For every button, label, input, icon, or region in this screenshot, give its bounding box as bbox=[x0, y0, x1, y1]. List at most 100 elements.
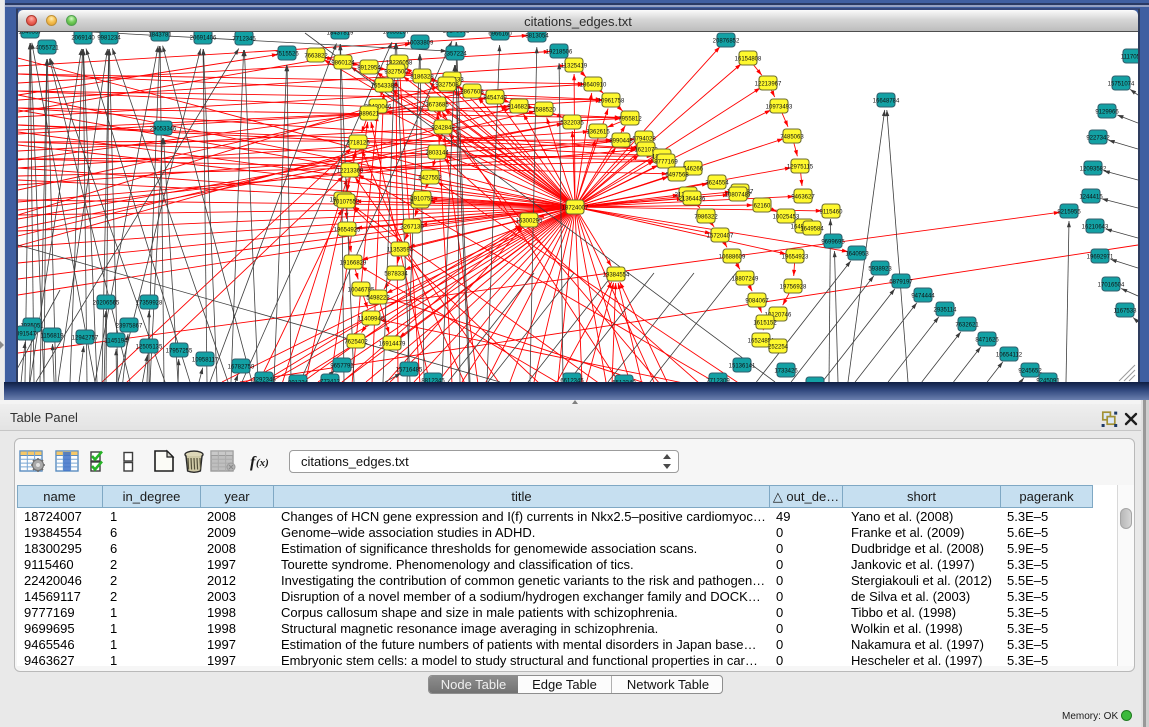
svg-text:17957255: 17957255 bbox=[166, 348, 193, 354]
svg-text:9981234: 9981234 bbox=[97, 35, 121, 41]
svg-text:18437819: 18437819 bbox=[327, 32, 354, 36]
svg-text:7955812: 7955812 bbox=[618, 116, 642, 122]
svg-text:19692971: 19692971 bbox=[1087, 254, 1114, 260]
svg-text:9699695: 9699695 bbox=[821, 239, 845, 245]
svg-text:9084067: 9084067 bbox=[745, 298, 769, 304]
svg-text:1840557: 1840557 bbox=[18, 32, 42, 35]
svg-text:1167533: 1167533 bbox=[1114, 308, 1138, 314]
svg-text:9245652: 9245652 bbox=[1018, 368, 1042, 374]
svg-text:9860124: 9860124 bbox=[331, 60, 355, 66]
svg-text:15136141: 15136141 bbox=[729, 363, 756, 369]
svg-text:10653267: 10653267 bbox=[383, 32, 410, 35]
svg-text:7712309: 7712309 bbox=[706, 378, 730, 382]
svg-text:1292346: 1292346 bbox=[252, 377, 276, 382]
svg-text:1117052: 1117052 bbox=[1121, 54, 1138, 60]
svg-text:9115460: 9115460 bbox=[820, 209, 844, 215]
svg-text:1362615: 1362615 bbox=[586, 129, 610, 135]
svg-text:7515526: 7515526 bbox=[275, 51, 299, 57]
svg-text:7986322: 7986322 bbox=[694, 214, 718, 220]
svg-text:1244415: 1244415 bbox=[1079, 194, 1103, 200]
svg-text:15278602: 15278602 bbox=[443, 32, 470, 34]
svg-text:11353594: 11353594 bbox=[387, 247, 414, 253]
svg-text:16782759: 16782759 bbox=[228, 364, 255, 370]
svg-text:62160: 62160 bbox=[754, 203, 771, 209]
svg-text:9327508: 9327508 bbox=[435, 82, 459, 88]
svg-text:16648784: 16648784 bbox=[873, 98, 900, 104]
svg-text:8215955: 8215955 bbox=[1057, 209, 1081, 215]
svg-text:20206565: 20206565 bbox=[93, 300, 120, 306]
svg-text:9463627: 9463627 bbox=[791, 194, 815, 200]
svg-text:16543382: 16543382 bbox=[371, 83, 398, 89]
svg-text:9146821: 9146821 bbox=[507, 104, 531, 110]
svg-text:2069140: 2069140 bbox=[71, 35, 95, 41]
svg-text:7712345: 7712345 bbox=[232, 36, 256, 42]
svg-text:16154808: 16154808 bbox=[735, 56, 762, 62]
svg-text:15751074: 15751074 bbox=[1108, 81, 1135, 87]
svg-text:15720407: 15720407 bbox=[707, 233, 734, 239]
svg-text:7663822: 7663822 bbox=[304, 53, 328, 59]
svg-text:12975115: 12975115 bbox=[787, 164, 814, 170]
svg-text:16210643: 16210643 bbox=[1082, 224, 1109, 230]
svg-text:8912954: 8912954 bbox=[357, 65, 381, 71]
svg-text:7625402: 7625402 bbox=[344, 339, 368, 345]
svg-text:989621: 989621 bbox=[359, 111, 380, 117]
svg-text:21364436: 21364436 bbox=[679, 196, 706, 202]
svg-text:6497568: 6497568 bbox=[665, 172, 689, 178]
svg-text:6879197: 6879197 bbox=[889, 279, 913, 285]
svg-text:8186328: 8186328 bbox=[410, 74, 434, 80]
svg-text:8454749: 8454749 bbox=[483, 95, 507, 101]
svg-text:1910751: 1910751 bbox=[410, 196, 434, 202]
svg-text:252254: 252254 bbox=[768, 344, 789, 350]
svg-text:4055721: 4055721 bbox=[35, 45, 59, 51]
svg-text:29053346: 29053346 bbox=[150, 126, 177, 132]
svg-text:6966160: 6966160 bbox=[488, 32, 512, 37]
svg-text:17359928: 17359928 bbox=[136, 300, 163, 306]
svg-text:15300295: 15300295 bbox=[516, 218, 543, 224]
svg-text:16914479: 16914479 bbox=[379, 341, 406, 347]
svg-text:9657791: 9657791 bbox=[330, 363, 354, 369]
svg-text:2803144: 2803144 bbox=[425, 150, 449, 156]
svg-text:12093582: 12093582 bbox=[1080, 166, 1107, 172]
svg-text:10961758: 10961758 bbox=[598, 98, 625, 104]
svg-text:6612345: 6612345 bbox=[560, 378, 584, 382]
svg-text:2935114: 2935114 bbox=[934, 307, 958, 313]
svg-text:5512349: 5512349 bbox=[612, 380, 636, 382]
svg-text:9227342: 9227342 bbox=[1086, 135, 1110, 141]
svg-text:7357224: 7357224 bbox=[443, 51, 467, 57]
svg-text:10107552: 10107552 bbox=[333, 199, 360, 205]
svg-text:18640910: 18640910 bbox=[580, 82, 607, 88]
svg-text:11409948: 11409948 bbox=[358, 316, 385, 322]
svg-text:1733426: 1733426 bbox=[774, 368, 798, 374]
svg-text:8813054: 8813054 bbox=[525, 33, 549, 39]
svg-text:9129966: 9129966 bbox=[1095, 109, 1119, 115]
svg-text:20691406: 20691406 bbox=[190, 35, 217, 41]
svg-text:9474444: 9474444 bbox=[911, 293, 935, 299]
svg-text:8427552: 8427552 bbox=[418, 175, 442, 181]
svg-text:5498222: 5498222 bbox=[366, 295, 390, 301]
svg-text:3624554: 3624554 bbox=[705, 180, 729, 186]
svg-text:10807487: 10807487 bbox=[725, 192, 752, 198]
svg-text:15716485: 15716485 bbox=[396, 367, 423, 373]
svg-text:1145194: 1145194 bbox=[105, 338, 129, 344]
svg-text:19384554: 19384554 bbox=[603, 272, 630, 278]
svg-text:391547: 391547 bbox=[18, 331, 37, 337]
svg-text:9242848: 9242848 bbox=[431, 125, 455, 131]
svg-text:1615152: 1615152 bbox=[753, 320, 777, 326]
svg-text:11325419: 11325419 bbox=[561, 63, 588, 69]
svg-text:10688609: 10688609 bbox=[719, 254, 746, 260]
svg-text:1588520: 1588520 bbox=[532, 107, 556, 113]
svg-text:1640953: 1640953 bbox=[845, 251, 869, 257]
svg-text:20876852: 20876852 bbox=[713, 38, 740, 44]
svg-text:7485063: 7485063 bbox=[780, 134, 804, 140]
svg-text:19756928: 19756928 bbox=[780, 284, 807, 290]
svg-text:18807249: 18807249 bbox=[732, 276, 759, 282]
svg-text:19166829: 19166829 bbox=[340, 260, 367, 266]
svg-text:19218506: 19218506 bbox=[546, 49, 573, 55]
svg-text:9327500: 9327500 bbox=[384, 69, 408, 75]
svg-text:9777169: 9777169 bbox=[654, 159, 678, 165]
svg-text:8471626: 8471626 bbox=[975, 337, 999, 343]
svg-text:7632621: 7632621 bbox=[955, 322, 979, 328]
svg-text:6794028: 6794028 bbox=[632, 136, 656, 142]
svg-text:5878334: 5878334 bbox=[384, 271, 408, 277]
svg-text:(x): (x) bbox=[256, 457, 269, 469]
